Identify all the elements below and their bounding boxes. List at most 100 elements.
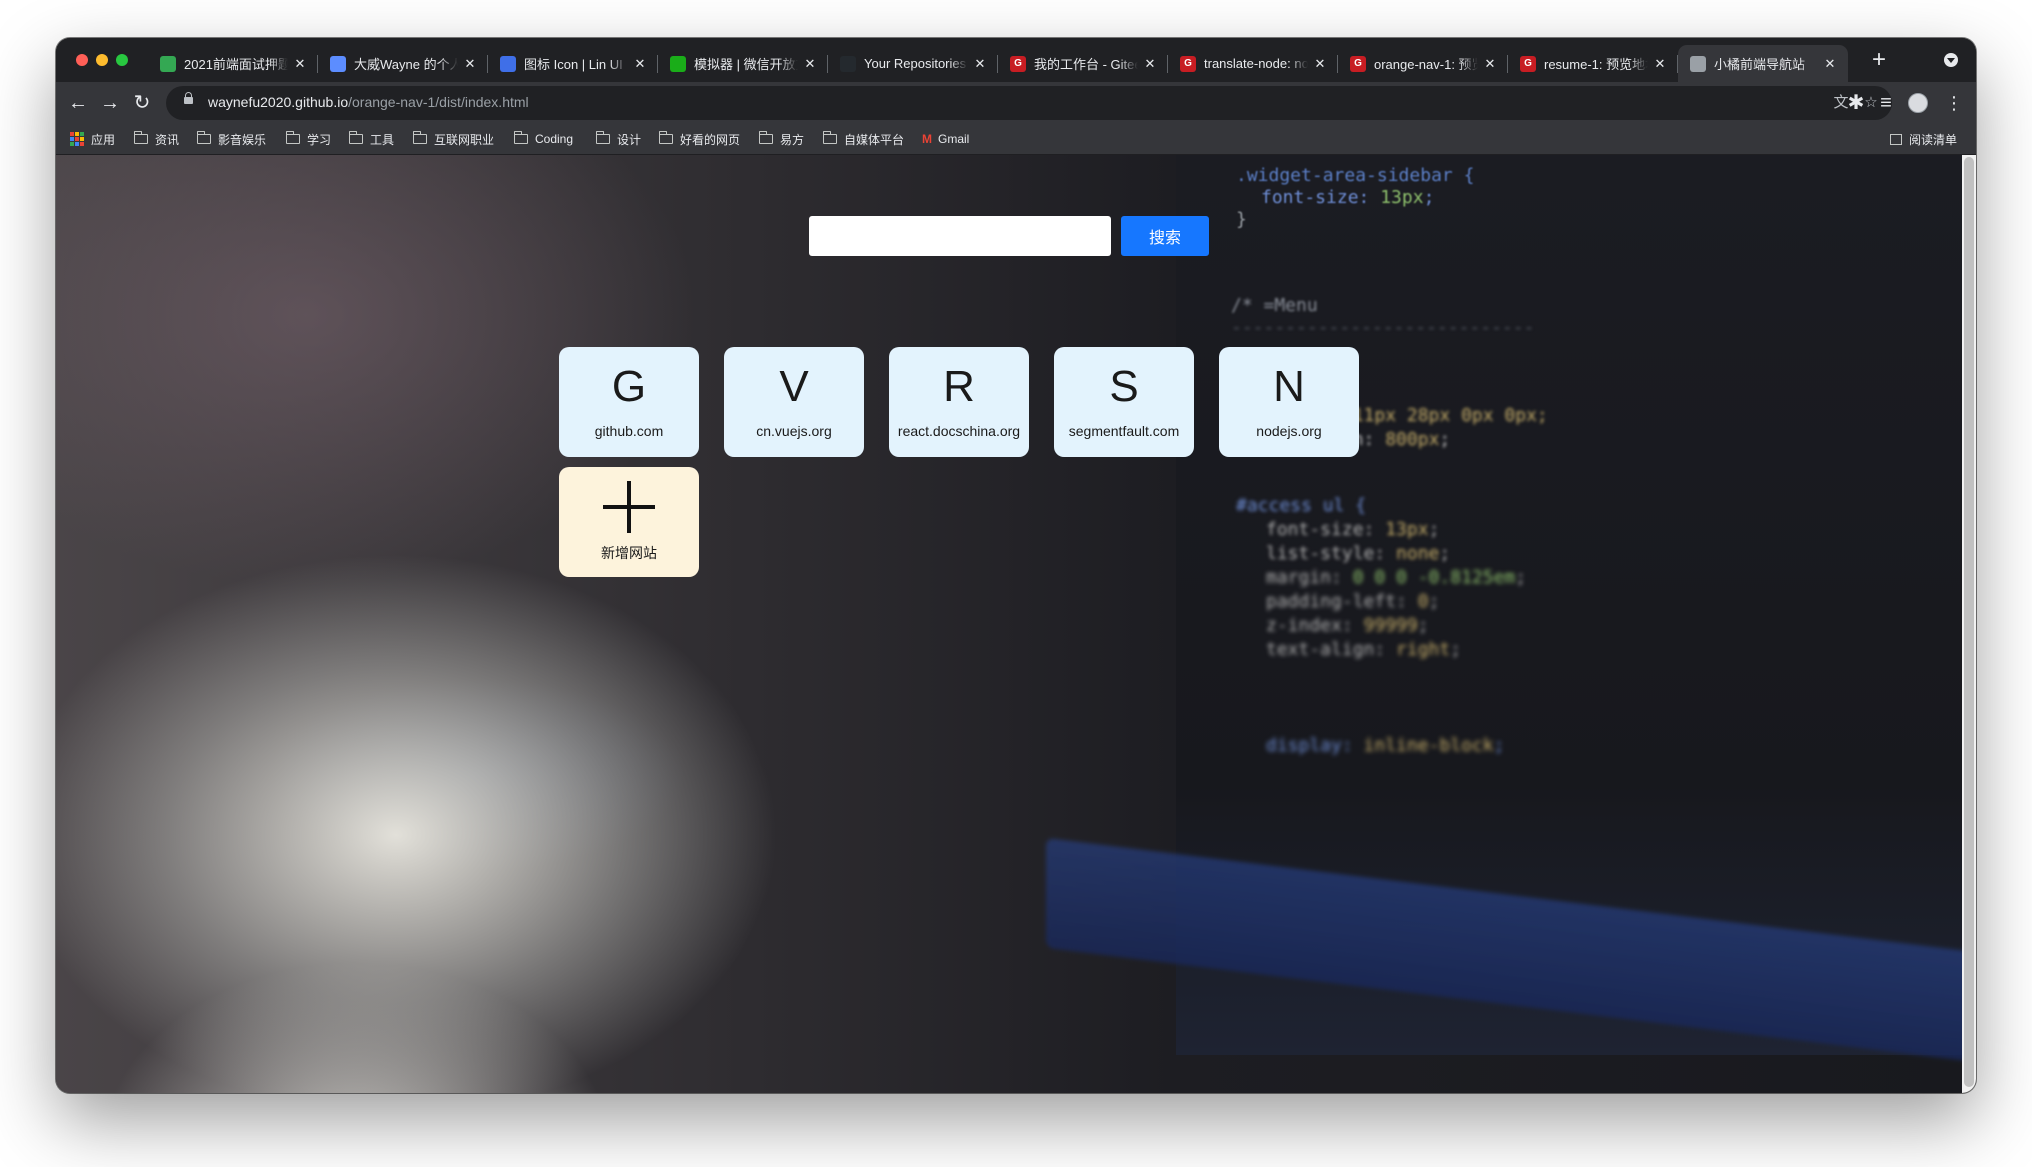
bookmark-label: 设计 (617, 132, 642, 147)
close-icon[interactable]: ✕ (1142, 56, 1158, 72)
close-icon[interactable]: ✕ (802, 56, 818, 72)
bookmark-folder-internet-career[interactable]: 互联网职业 (412, 130, 494, 148)
bookmark-folder-coding[interactable]: Coding (513, 130, 573, 148)
bookmark-folder-study[interactable]: 学习 (285, 130, 331, 148)
site-url: react.docschina.org (897, 423, 1021, 439)
gitee-icon: G (1520, 55, 1536, 72)
gitee-icon: G (1180, 55, 1196, 72)
window-maximize-button[interactable] (116, 54, 128, 66)
tab-strip: 2021前端面试押题 ✕ 大威Wayne 的个人主页 ✕ 图标 Icon | L… (56, 38, 1976, 82)
bookmark-folder-entertainment[interactable]: 影音娱乐 (196, 130, 266, 148)
folder-icon (822, 131, 837, 144)
address-bar[interactable]: waynefu2020.github.io/orange-nav-1/dist/… (166, 86, 1892, 120)
scrollbar-thumb[interactable] (1964, 157, 1974, 1087)
add-site-label: 新增网站 (601, 545, 657, 561)
bookmark-folder-design[interactable]: 设计 (595, 130, 642, 148)
bookmark-label: Gmail (938, 132, 970, 146)
bookmark-folder-yifang[interactable]: 易方 (758, 130, 804, 148)
bookmark-label: 应用 (91, 132, 116, 147)
folder-icon (412, 131, 427, 144)
tab-title: 图标 Icon | Lin UI (524, 57, 623, 72)
browser-toolbar: ← → ↻ waynefu2020.github.io/orange-nav-1… (56, 82, 1976, 124)
url-text[interactable]: waynefu2020.github.io/orange-nav-1/dist/… (208, 94, 529, 110)
folder-icon (133, 131, 148, 144)
tab-title: 小橘前端导航站 (1714, 57, 1806, 72)
wechat-icon (670, 55, 686, 72)
tab-orange-navigation-active[interactable]: 小橘前端导航站 ✕ (1678, 45, 1848, 82)
tab-title: orange-nav-1: 预览 (1374, 57, 1478, 72)
search-button[interactable]: 搜索 (1121, 216, 1209, 256)
site-card-segmentfault[interactable]: S segmentfault.com (1054, 347, 1194, 457)
bookmark-apps[interactable]: 应用 (70, 130, 115, 148)
site-card-github[interactable]: G github.com (559, 347, 699, 457)
site-letter: V (779, 362, 809, 411)
tab-title: translate-node: node (1204, 56, 1308, 71)
close-icon[interactable]: ✕ (632, 56, 648, 72)
tab-title: 大威Wayne 的个人主页 (354, 57, 458, 72)
tab-github-repositories[interactable]: Your Repositories ✕ (828, 45, 998, 82)
window-minimize-button[interactable] (96, 54, 108, 66)
page-viewport: .widget-area-sidebar { font-size: 13px; … (56, 155, 1976, 1093)
site-card-nodejs[interactable]: N nodejs.org (1219, 347, 1359, 457)
bookmark-label: 工具 (370, 132, 395, 147)
diamond-icon (330, 55, 346, 72)
media-queue-icon[interactable]: ≡ (1872, 89, 1900, 117)
reading-list-button[interactable]: 阅读清单 (1890, 130, 1957, 148)
bookmark-folder-nice-pages[interactable]: 好看的网页 (658, 130, 740, 148)
tab-title: 模拟器 | 微信开放文档 (694, 57, 798, 72)
bookmarks-bar: 应用 资讯 影音娱乐 学习 工具 互联网职业 Coding 设计 好看的网页 易… (56, 124, 1976, 155)
bookmark-label: 资讯 (155, 132, 180, 147)
search-input[interactable] (809, 216, 1111, 256)
tab-gitee-workbench[interactable]: G 我的工作台 - Gitee ✕ (998, 45, 1168, 82)
close-icon[interactable]: ✕ (462, 56, 478, 72)
close-icon[interactable]: ✕ (1312, 56, 1328, 72)
add-site-button[interactable]: 新增网站 (559, 467, 699, 577)
more-menu-icon[interactable]: ⋮ (1944, 89, 1964, 117)
gitee-icon: G (1350, 55, 1366, 72)
plus-icon (603, 481, 655, 533)
folder-icon (285, 131, 300, 144)
site-letter: R (943, 362, 975, 411)
close-icon[interactable]: ✕ (1822, 56, 1838, 72)
tab-interview[interactable]: 2021前端面试押题 ✕ (148, 45, 318, 82)
site-url: nodejs.org (1256, 423, 1322, 439)
tab-wechat-simulator[interactable]: 模拟器 | 微信开放文档 ✕ (658, 45, 828, 82)
tab-title: 我的工作台 - Gitee (1034, 57, 1138, 72)
lock-icon[interactable] (184, 92, 193, 104)
tab-search-icon[interactable] (1944, 53, 1958, 67)
reload-icon[interactable]: ↻ (128, 89, 156, 117)
bookmark-folder-tools[interactable]: 工具 (348, 130, 395, 148)
tab-translate-node[interactable]: G translate-node: node ✕ (1168, 45, 1338, 82)
reading-list-icon (1890, 133, 1902, 145)
tab-orange-nav[interactable]: G orange-nav-1: 预览 ✕ (1338, 45, 1508, 82)
gmail-icon: M (922, 132, 932, 146)
tab-wayne-homepage[interactable]: 大威Wayne 的个人主页 ✕ (318, 45, 488, 82)
site-card-react[interactable]: R react.docschina.org (889, 347, 1029, 457)
window-close-button[interactable] (76, 54, 88, 66)
bookmark-folder-media-platforms[interactable]: 自媒体平台 (822, 130, 905, 148)
folder-icon (595, 131, 610, 144)
vertical-scrollbar[interactable] (1962, 155, 1976, 1093)
folder-icon (348, 131, 363, 144)
forward-arrow-icon[interactable]: → (96, 89, 124, 117)
browser-window: 2021前端面试押题 ✕ 大威Wayne 的个人主页 ✕ 图标 Icon | L… (56, 38, 1976, 1093)
folder-icon (513, 131, 528, 144)
bookmark-gmail[interactable]: M Gmail (922, 130, 969, 148)
tab-resume[interactable]: G resume-1: 预览地址 ✕ (1508, 45, 1678, 82)
back-arrow-icon[interactable]: ← (64, 89, 92, 117)
bookmark-folder-news[interactable]: 资讯 (133, 130, 180, 148)
tab-title: Your Repositories (864, 56, 967, 71)
bookmark-label: 自媒体平台 (844, 132, 905, 147)
reading-list-label: 阅读清单 (1909, 132, 1958, 147)
profile-avatar[interactable] (1908, 93, 1928, 113)
new-tab-button[interactable]: + (1866, 48, 1892, 74)
site-url: segmentfault.com (1068, 423, 1180, 439)
close-icon[interactable]: ✕ (972, 56, 988, 72)
gitee-icon: G (1010, 55, 1026, 72)
tab-lin-ui[interactable]: 图标 Icon | Lin UI ✕ (488, 45, 658, 82)
close-icon[interactable]: ✕ (292, 56, 308, 72)
extensions-puzzle-icon[interactable]: ✱ (1842, 89, 1870, 117)
site-card-vuejs[interactable]: V cn.vuejs.org (724, 347, 864, 457)
close-icon[interactable]: ✕ (1482, 56, 1498, 72)
close-icon[interactable]: ✕ (1652, 56, 1668, 72)
